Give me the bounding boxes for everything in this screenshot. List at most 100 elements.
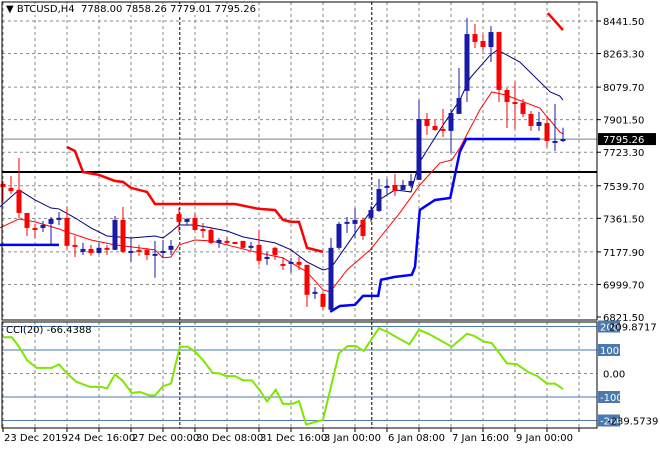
candle xyxy=(520,98,526,118)
triangle-down-icon[interactable]: ▼ xyxy=(6,4,17,15)
candle-body xyxy=(144,249,150,255)
candle xyxy=(104,244,110,255)
candle-body xyxy=(472,34,478,42)
indicator-ma-slow xyxy=(0,49,564,271)
candle-body xyxy=(272,247,278,255)
indicator-stop-upper-2 xyxy=(546,12,564,31)
candle xyxy=(360,217,366,240)
candle-body xyxy=(192,217,198,230)
candle-body xyxy=(248,245,254,248)
candle xyxy=(24,212,30,236)
candle-body xyxy=(456,98,462,114)
candle-body xyxy=(48,218,54,224)
cci-line xyxy=(3,326,564,426)
candle-body xyxy=(112,219,118,250)
candle-body xyxy=(104,247,110,250)
candle-body xyxy=(88,248,94,253)
candle-body xyxy=(40,225,46,228)
candle xyxy=(552,104,558,152)
candle xyxy=(192,212,198,232)
x-tick-label: 3 Jan 00:00 xyxy=(324,433,381,444)
candle xyxy=(168,239,174,255)
candle-body xyxy=(416,119,422,180)
y-tick-label: 7723.30 xyxy=(603,148,644,159)
candle xyxy=(80,242,86,255)
candle xyxy=(336,221,342,250)
candle xyxy=(64,206,70,249)
x-tick-label: 27 Dec 00:00 xyxy=(132,433,199,444)
candle xyxy=(144,247,150,260)
candle xyxy=(96,242,102,254)
candle xyxy=(312,286,318,299)
candle-body xyxy=(56,217,62,220)
candle-body xyxy=(184,218,190,222)
candle xyxy=(288,257,294,273)
indicator-ma-fast xyxy=(0,91,564,293)
candle xyxy=(16,157,22,218)
candle-body xyxy=(16,189,22,213)
candle xyxy=(8,176,14,194)
candle-body xyxy=(344,221,350,224)
candle-body xyxy=(496,32,502,90)
candle-body xyxy=(208,229,214,243)
candle-body xyxy=(152,253,158,256)
candle-body xyxy=(528,113,534,126)
x-tick-label: 24 Dec 16:00 xyxy=(68,433,135,444)
candle xyxy=(176,208,182,232)
candle xyxy=(48,216,54,245)
candle xyxy=(136,244,142,256)
candle-body xyxy=(520,102,526,114)
candle xyxy=(376,178,382,213)
candle xyxy=(88,244,94,256)
candle-body xyxy=(464,34,470,91)
candle-body xyxy=(72,244,78,247)
y-tick-label: 6999.70 xyxy=(603,280,644,291)
candle xyxy=(328,237,334,311)
candle xyxy=(504,87,510,128)
candle-body xyxy=(560,139,566,142)
candle-body xyxy=(424,119,430,126)
x-tick-label: 30 Dec 08:00 xyxy=(196,433,263,444)
candle xyxy=(128,237,134,262)
candle xyxy=(72,235,78,257)
candle-body xyxy=(360,219,366,236)
cci-header: CCI(20) -66.4388 xyxy=(6,325,92,336)
cci-zero-label: 0.00 xyxy=(603,370,625,381)
candle-body xyxy=(368,210,374,218)
candle-body xyxy=(480,41,486,48)
candle-body xyxy=(216,239,222,243)
candle-body xyxy=(128,250,134,253)
candle xyxy=(384,178,390,194)
candle-body xyxy=(200,229,206,232)
candle xyxy=(472,24,478,48)
candle xyxy=(256,229,262,265)
cci-level-label: 100 xyxy=(600,346,619,357)
y-tick-label: 7901.50 xyxy=(603,116,644,127)
cci-max-label: 209.8717 xyxy=(609,323,657,334)
candle-body xyxy=(552,140,558,143)
candle-body xyxy=(24,212,30,228)
y-tick-label: 7539.70 xyxy=(603,182,644,193)
candle-body xyxy=(384,185,390,188)
candle-body xyxy=(440,128,446,131)
candle-body xyxy=(296,261,302,265)
cci-min-label: -239.5739 xyxy=(607,417,658,428)
candle-body xyxy=(376,189,382,211)
candle-body xyxy=(264,256,270,259)
candle xyxy=(344,216,350,233)
candle xyxy=(200,222,206,238)
candle-body xyxy=(320,293,326,307)
x-tick-label: 9 Jan 00:00 xyxy=(516,433,573,444)
price-chart[interactable]: 8441.50 8263.30 8079.70 7901.50 7723.30 7539.… xyxy=(0,0,660,450)
candle xyxy=(416,100,422,180)
cci-level-label: -100 xyxy=(600,393,623,404)
main-pane-frame xyxy=(1,1,598,321)
candle-body xyxy=(136,249,142,252)
candle xyxy=(152,240,158,278)
candle xyxy=(536,111,542,131)
candle xyxy=(432,119,438,131)
candle-body xyxy=(280,263,286,266)
y-tick-label: 7177.90 xyxy=(603,248,644,259)
ohlc-readout: 7788.00 7858.26 7779.01 7795.26 xyxy=(81,4,256,15)
candle-body xyxy=(512,102,518,105)
